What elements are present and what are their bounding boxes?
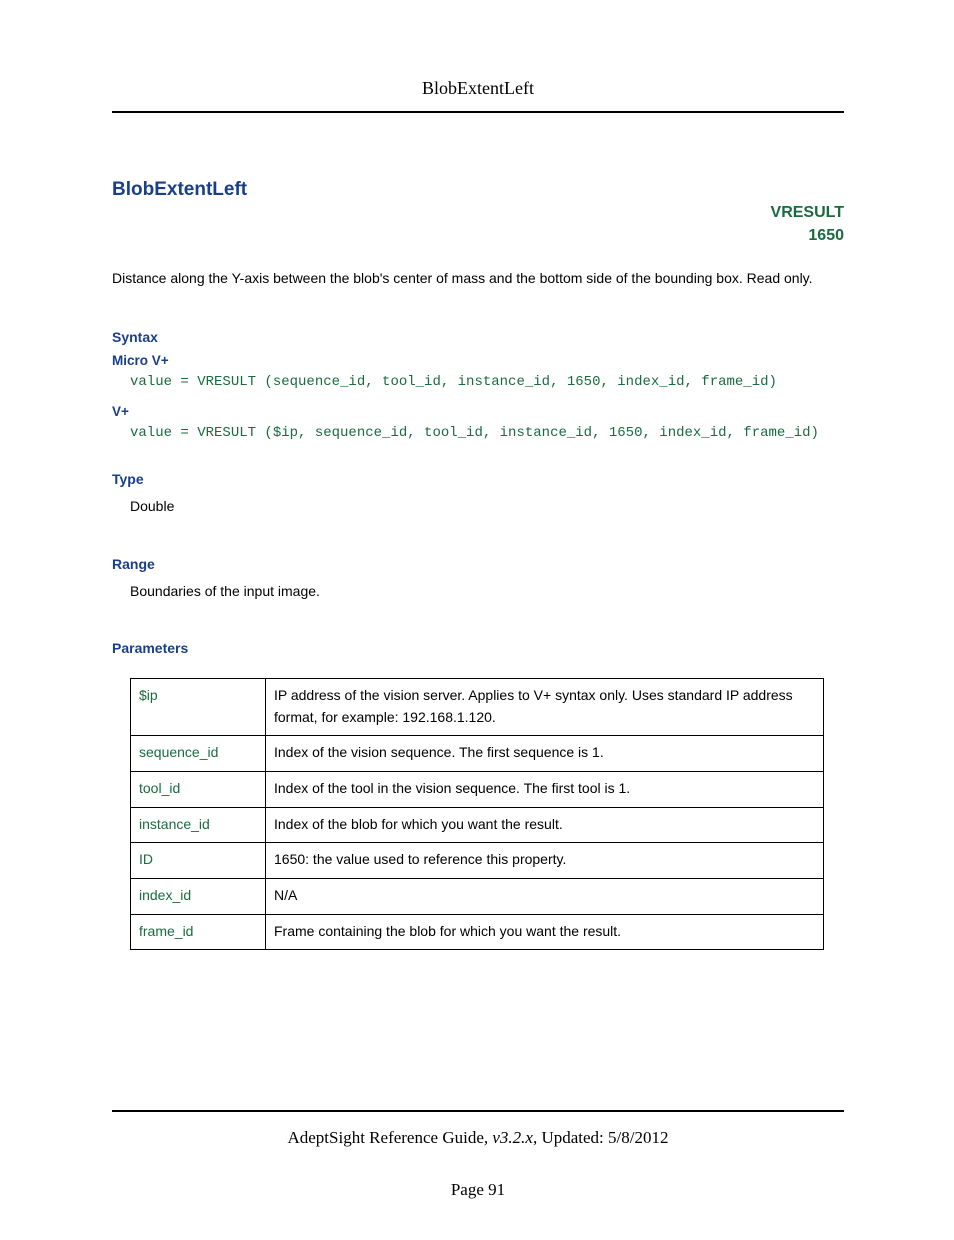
syntax-heading: Syntax: [112, 329, 844, 345]
parameters-table: $ipIP address of the vision server. Appl…: [130, 678, 824, 951]
vresult-block: VRESULT 1650: [112, 201, 844, 247]
running-header: BlobExtentLeft: [112, 78, 844, 113]
footer-page-label: Page: [451, 1180, 484, 1199]
param-desc: 1650: the value used to reference this p…: [266, 843, 824, 879]
param-desc: Index of the vision sequence. The first …: [266, 736, 824, 772]
footer-updated-date: 5/8/2012: [608, 1128, 668, 1147]
param-name: tool_id: [131, 772, 266, 808]
footer-guide-name: AdeptSight Reference Guide: [287, 1128, 483, 1147]
footer-page-number: 91: [488, 1180, 505, 1199]
page-title: BlobExtentLeft: [112, 179, 844, 201]
footer-page: Page 91: [112, 1180, 844, 1200]
range-value: Boundaries of the input image.: [130, 580, 844, 602]
parameters-heading: Parameters: [112, 640, 844, 656]
param-desc: Index of the blob for which you want the…: [266, 807, 824, 843]
param-name: instance_id: [131, 807, 266, 843]
range-heading: Range: [112, 556, 844, 572]
table-row: instance_idIndex of the blob for which y…: [131, 807, 824, 843]
param-name: ID: [131, 843, 266, 879]
vplus-code: value = VRESULT ($ip, sequence_id, tool_…: [130, 425, 844, 441]
table-row: sequence_idIndex of the vision sequence.…: [131, 736, 824, 772]
param-desc: Frame containing the blob for which you …: [266, 914, 824, 950]
table-row: tool_idIndex of the tool in the vision s…: [131, 772, 824, 808]
micro-vplus-code: value = VRESULT (sequence_id, tool_id, i…: [130, 374, 844, 390]
footer-updated-label: Updated:: [541, 1128, 603, 1147]
type-section: Type Double: [112, 471, 844, 517]
vresult-label: VRESULT: [112, 201, 844, 224]
param-desc: IP address of the vision server. Applies…: [266, 678, 824, 735]
table-row: ID1650: the value used to reference this…: [131, 843, 824, 879]
param-name: $ip: [131, 678, 266, 735]
micro-vplus-label: Micro V+: [112, 353, 844, 368]
param-desc: N/A: [266, 879, 824, 915]
footer-guide-line: AdeptSight Reference Guide, v3.2.x, Upda…: [112, 1128, 844, 1148]
syntax-section: Syntax Micro V+ value = VRESULT (sequenc…: [112, 329, 844, 441]
parameters-section: Parameters $ipIP address of the vision s…: [112, 640, 844, 951]
description-text: Distance along the Y-axis between the bl…: [112, 267, 844, 291]
table-row: frame_idFrame containing the blob for wh…: [131, 914, 824, 950]
param-name: frame_id: [131, 914, 266, 950]
table-row: index_idN/A: [131, 879, 824, 915]
type-value: Double: [130, 495, 844, 517]
param-desc: Index of the tool in the vision sequence…: [266, 772, 824, 808]
range-section: Range Boundaries of the input image.: [112, 556, 844, 602]
vplus-label: V+: [112, 404, 844, 419]
type-heading: Type: [112, 471, 844, 487]
page-footer: AdeptSight Reference Guide, v3.2.x, Upda…: [112, 1110, 844, 1200]
table-row: $ipIP address of the vision server. Appl…: [131, 678, 824, 735]
param-name: sequence_id: [131, 736, 266, 772]
footer-version: v3.2.x: [492, 1128, 533, 1147]
param-name: index_id: [131, 879, 266, 915]
vresult-code: 1650: [112, 224, 844, 247]
